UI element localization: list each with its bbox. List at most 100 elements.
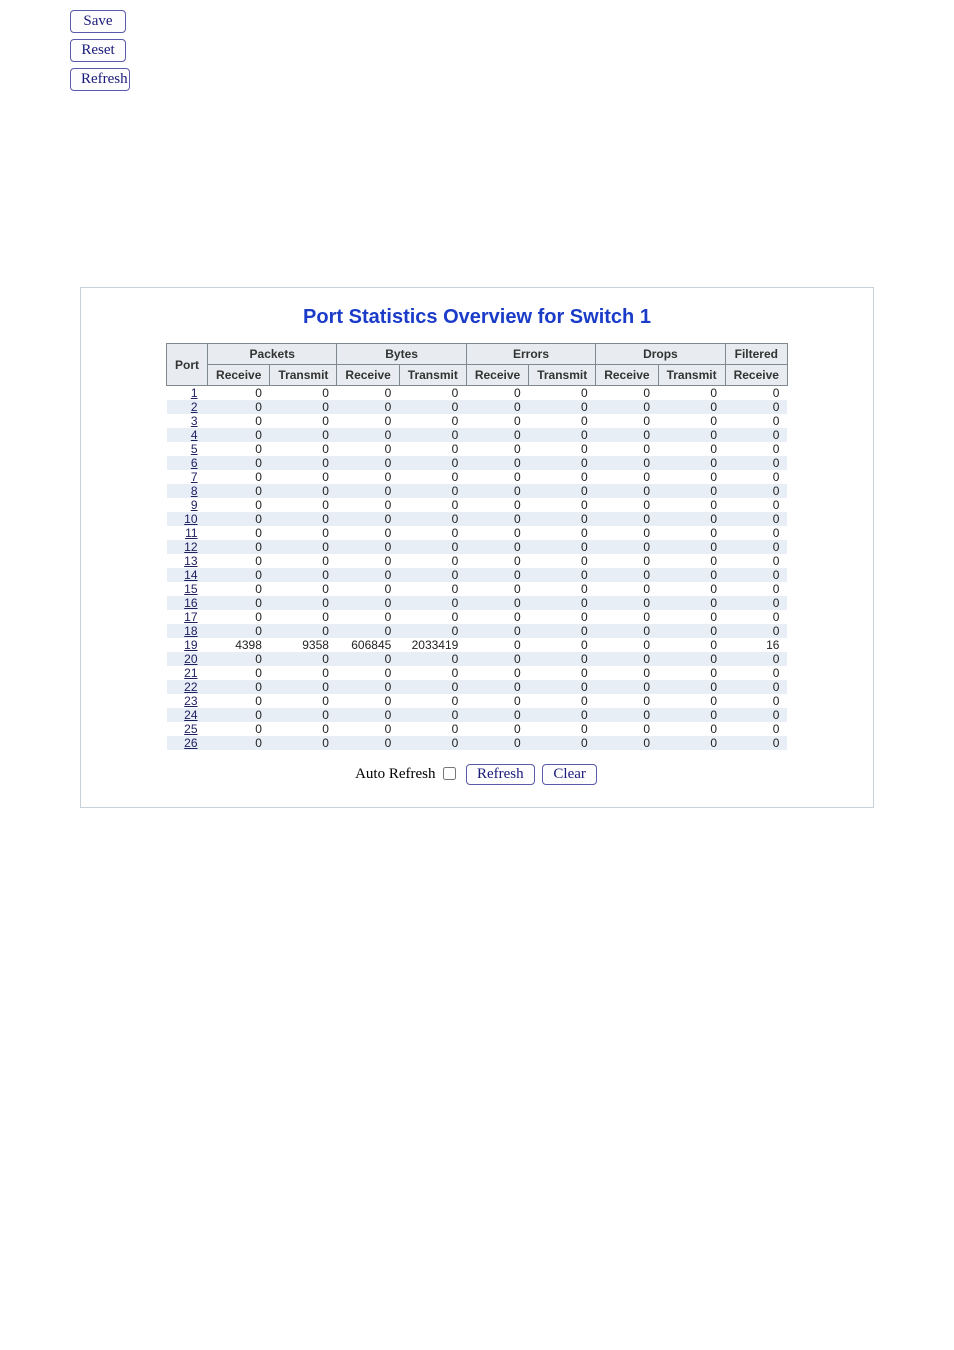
cell-drop_rx: 0: [596, 470, 658, 484]
cell-drop_tx: 0: [658, 428, 725, 442]
col-bytes: Bytes: [337, 344, 466, 365]
cell-pkts_tx: 0: [270, 624, 337, 638]
port-link[interactable]: 12: [184, 540, 197, 554]
cell-bytes_rx: 606845: [337, 638, 399, 652]
port-link[interactable]: 5: [191, 442, 198, 456]
cell-bytes_rx: 0: [337, 386, 399, 401]
port-link[interactable]: 26: [184, 736, 197, 750]
cell-filt_rx: 0: [725, 652, 787, 666]
auto-refresh-checkbox[interactable]: [443, 767, 456, 780]
port-link[interactable]: 10: [184, 512, 197, 526]
port-link[interactable]: 13: [184, 554, 197, 568]
port-cell: 4: [167, 428, 208, 442]
port-cell: 8: [167, 484, 208, 498]
port-link[interactable]: 6: [191, 456, 198, 470]
save-button[interactable]: Save: [70, 10, 126, 33]
cell-pkts_tx: 0: [270, 526, 337, 540]
cell-pkts_rx: 0: [208, 680, 270, 694]
port-link[interactable]: 19: [184, 638, 197, 652]
reset-button[interactable]: Reset: [70, 39, 126, 62]
port-link[interactable]: 11: [185, 526, 197, 540]
cell-pkts_rx: 0: [208, 666, 270, 680]
cell-drop_rx: 0: [596, 428, 658, 442]
cell-err_tx: 0: [529, 624, 596, 638]
port-cell: 16: [167, 596, 208, 610]
cell-drop_rx: 0: [596, 456, 658, 470]
port-link[interactable]: 4: [191, 428, 198, 442]
cell-filt_rx: 0: [725, 456, 787, 470]
cell-err_rx: 0: [466, 470, 528, 484]
cell-err_tx: 0: [529, 652, 596, 666]
table-row: 1000000000: [167, 386, 788, 401]
cell-drop_rx: 0: [596, 652, 658, 666]
cell-pkts_rx: 0: [208, 498, 270, 512]
cell-err_rx: 0: [466, 722, 528, 736]
cell-filt_rx: 16: [725, 638, 787, 652]
cell-err_tx: 0: [529, 526, 596, 540]
col-drops-rx: Receive: [596, 365, 658, 386]
port-link[interactable]: 2: [191, 400, 198, 414]
port-cell: 9: [167, 498, 208, 512]
cell-err_rx: 0: [466, 624, 528, 638]
port-link[interactable]: 1: [191, 386, 198, 400]
cell-drop_rx: 0: [596, 680, 658, 694]
cell-drop_rx: 0: [596, 568, 658, 582]
cell-pkts_rx: 0: [208, 554, 270, 568]
cell-err_tx: 0: [529, 666, 596, 680]
cell-err_tx: 0: [529, 596, 596, 610]
cell-pkts_tx: 0: [270, 414, 337, 428]
cell-pkts_rx: 0: [208, 568, 270, 582]
cell-pkts_rx: 0: [208, 624, 270, 638]
refresh-button[interactable]: Refresh: [70, 68, 130, 91]
panel-title: Port Statistics Overview for Switch 1: [97, 306, 857, 329]
cell-err_rx: 0: [466, 386, 528, 401]
cell-drop_tx: 0: [658, 610, 725, 624]
cell-pkts_tx: 0: [270, 610, 337, 624]
cell-bytes_rx: 0: [337, 554, 399, 568]
cell-drop_rx: 0: [596, 610, 658, 624]
port-cell: 3: [167, 414, 208, 428]
cell-err_rx: 0: [466, 400, 528, 414]
port-link[interactable]: 17: [184, 610, 197, 624]
cell-pkts_tx: 0: [270, 512, 337, 526]
port-link[interactable]: 24: [184, 708, 197, 722]
footer-refresh-button[interactable]: Refresh: [466, 764, 535, 785]
cell-pkts_tx: 9358: [270, 638, 337, 652]
port-link[interactable]: 3: [191, 414, 198, 428]
port-link[interactable]: 18: [184, 624, 197, 638]
port-link[interactable]: 20: [184, 652, 197, 666]
port-link[interactable]: 9: [191, 498, 198, 512]
port-link[interactable]: 7: [191, 470, 198, 484]
cell-pkts_tx: 0: [270, 736, 337, 750]
cell-pkts_tx: 0: [270, 484, 337, 498]
cell-filt_rx: 0: [725, 400, 787, 414]
port-cell: 2: [167, 400, 208, 414]
cell-pkts_rx: 0: [208, 442, 270, 456]
cell-drop_rx: 0: [596, 414, 658, 428]
port-link[interactable]: 21: [184, 666, 197, 680]
port-cell: 23: [167, 694, 208, 708]
port-link[interactable]: 23: [184, 694, 197, 708]
col-filtered-rx: Receive: [725, 365, 787, 386]
cell-err_tx: 0: [529, 442, 596, 456]
cell-bytes_rx: 0: [337, 582, 399, 596]
port-link[interactable]: 22: [184, 680, 197, 694]
footer-clear-button[interactable]: Clear: [542, 764, 596, 785]
cell-bytes_tx: 0: [399, 708, 466, 722]
cell-pkts_rx: 0: [208, 386, 270, 401]
cell-err_tx: 0: [529, 568, 596, 582]
port-link[interactable]: 14: [184, 568, 197, 582]
port-link[interactable]: 25: [184, 722, 197, 736]
port-cell: 18: [167, 624, 208, 638]
cell-bytes_rx: 0: [337, 694, 399, 708]
cell-drop_tx: 0: [658, 456, 725, 470]
cell-pkts_tx: 0: [270, 596, 337, 610]
cell-pkts_rx: 0: [208, 708, 270, 722]
cell-err_rx: 0: [466, 484, 528, 498]
cell-err_rx: 0: [466, 526, 528, 540]
col-drops-tx: Transmit: [658, 365, 725, 386]
port-link[interactable]: 15: [184, 582, 197, 596]
table-row: 26000000000: [167, 736, 788, 750]
port-link[interactable]: 16: [184, 596, 197, 610]
port-link[interactable]: 8: [191, 484, 198, 498]
